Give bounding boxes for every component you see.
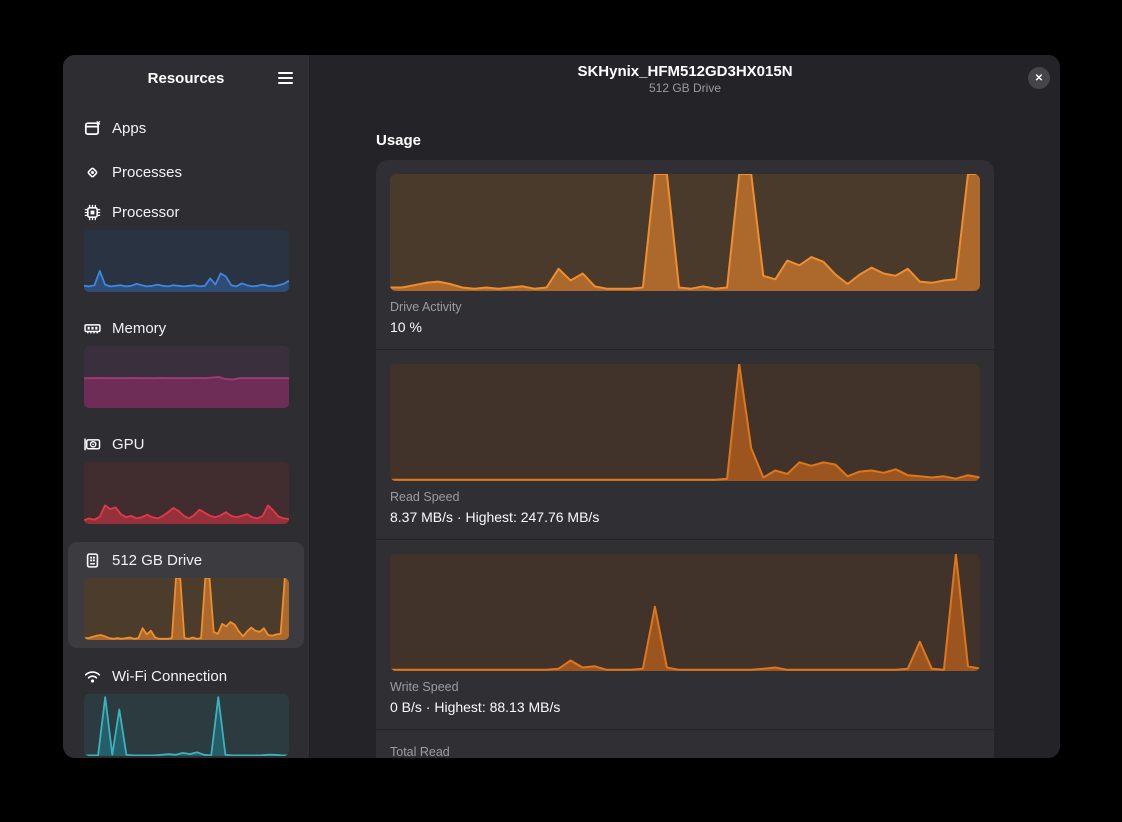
sidebar-item-processor[interactable]: Processor (68, 194, 304, 300)
sidebar-item-label: Processes (112, 164, 182, 181)
sidebar-sparkline-wi-fi-connection (84, 694, 289, 756)
sidebar-sparkline-memory (84, 346, 289, 408)
sidebar-item-row: Processor (68, 194, 304, 230)
usage-chart-read-speed (390, 364, 980, 481)
usage-chart-drive-activity (390, 174, 980, 291)
section-title: Usage (376, 132, 994, 149)
sidebar-item-row: 512 GB Drive (68, 542, 304, 578)
usage-row-write-speed: Write Speed 0 B/s · Highest: 88.13 MB/s (376, 539, 994, 729)
sidebar-sparkline-512-gb-drive (84, 578, 289, 640)
sidebar-item-label: Apps (112, 120, 146, 137)
sidebar-item-label: Memory (112, 320, 166, 337)
sidebar-item-row: Wi-Fi Connection (68, 658, 304, 694)
menu-button[interactable] (269, 62, 301, 94)
close-icon: ✕ (1035, 73, 1043, 84)
sidebar-item-512-gb-drive[interactable]: 512 GB Drive (68, 542, 304, 648)
sidebar-nav: Apps Processes Processor Memory GPU 512 GB Dr… (63, 101, 309, 758)
usage-row-label: Write Speed (390, 679, 980, 695)
usage-row-label: Read Speed (390, 489, 980, 505)
sidebar-item-label: Wi-Fi Connection (112, 668, 227, 685)
drive-icon (84, 552, 101, 569)
gpu-icon (84, 436, 101, 453)
usage-scroll-area[interactable]: Usage Drive Activity 10 % Read Speed 8.37 M… (310, 96, 1060, 758)
sidebar-item-processes[interactable]: Processes (68, 150, 304, 194)
processes-icon (84, 164, 101, 181)
sidebar-item-label: Processor (112, 204, 180, 221)
usage-chart-write-speed (390, 554, 980, 671)
sidebar-item-row: GPU (68, 426, 304, 462)
usage-card: Drive Activity 10 % Read Speed 8.37 MB/s · … (376, 160, 994, 758)
resources-window: Resources Apps Processes Processor Memory GP… (63, 55, 1060, 758)
sidebar-sparkline-gpu (84, 462, 289, 524)
main-header: SKHynix_HFM512GD3HX015N 512 GB Drive (310, 55, 1060, 96)
close-button[interactable]: ✕ (1028, 67, 1050, 89)
sidebar-item-gpu[interactable]: GPU (68, 426, 304, 532)
wifi-icon (84, 668, 101, 685)
device-subtitle: 512 GB Drive (310, 81, 1060, 96)
sidebar-item-row: Processes (68, 150, 304, 194)
sidebar-header: Resources (63, 55, 309, 101)
usage-row-label: Total Read (390, 744, 980, 758)
sidebar-item-label: 512 GB Drive (112, 552, 202, 569)
usage-row-read-speed: Read Speed 8.37 MB/s · Highest: 247.76 MB… (376, 349, 994, 539)
device-title: SKHynix_HFM512GD3HX015N (310, 62, 1060, 81)
usage-row-label: Drive Activity (390, 299, 980, 315)
sidebar-item-label: GPU (112, 436, 145, 453)
usage-row-value: 8.37 MB/s · Highest: 247.76 MB/s (390, 508, 980, 526)
memory-icon (84, 320, 101, 337)
sidebar: Resources Apps Processes Processor Memory GP… (63, 55, 310, 758)
sidebar-item-wi-fi-connection[interactable]: Wi-Fi Connection (68, 658, 304, 758)
sidebar-sparkline-processor (84, 230, 289, 292)
usage-row-drive-activity: Drive Activity 10 % (376, 160, 994, 349)
usage-row-total-read: Total Read (376, 729, 994, 758)
hamburger-menu-icon (278, 72, 293, 84)
usage-row-value: 10 % (390, 318, 980, 336)
sidebar-item-memory[interactable]: Memory (68, 310, 304, 416)
window-icon (84, 120, 101, 137)
sidebar-item-apps[interactable]: Apps (68, 106, 304, 150)
cpu-icon (84, 204, 101, 221)
sidebar-item-row: Memory (68, 310, 304, 346)
sidebar-item-row: Apps (68, 106, 304, 150)
main-panel: SKHynix_HFM512GD3HX015N 512 GB Drive ✕ U… (310, 55, 1060, 758)
usage-row-value: 0 B/s · Highest: 88.13 MB/s (390, 698, 980, 716)
